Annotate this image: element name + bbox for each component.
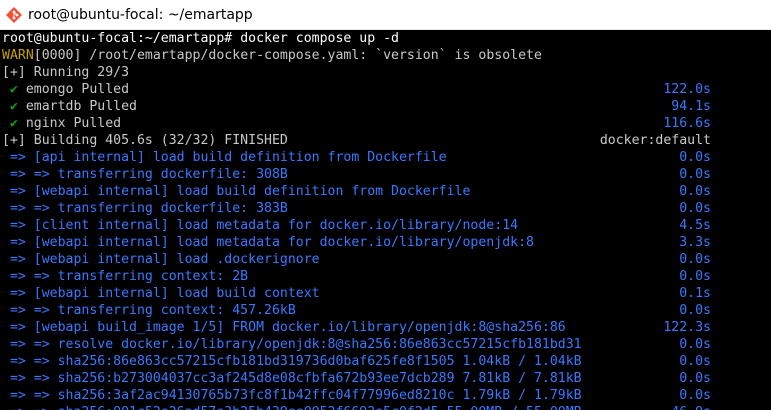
- check-icon: ✔: [2, 116, 26, 131]
- build-step-time: 0.0s: [679, 371, 711, 386]
- check-icon: ✔: [2, 82, 26, 97]
- building-line: [+] Building 405.6s (32/32) FINISHED: [2, 133, 288, 148]
- build-step-time: 0.0s: [679, 388, 711, 403]
- build-step-time: 0.0s: [679, 150, 711, 165]
- build-step: => => resolve docker.io/library/openjdk:…: [2, 337, 582, 352]
- check-icon: ✔: [2, 99, 26, 114]
- build-step: => [webapi internal] load metadata for d…: [2, 235, 534, 250]
- window-titlebar: root@ubuntu-focal: ~/emartapp: [0, 0, 771, 30]
- build-step: => [webapi internal] load build definiti…: [2, 184, 471, 199]
- running-line: [+] Running 29/3: [2, 65, 130, 80]
- build-step-time: 0.0s: [679, 354, 711, 369]
- build-step: => [webapi internal] load build context: [2, 286, 320, 301]
- build-step: => [api internal] load build definition …: [2, 150, 447, 165]
- build-step: => => sha256:86e863cc57215cfb181bd319736…: [2, 354, 582, 369]
- pulled-time: 122.0s: [663, 82, 711, 97]
- pulled-name: nginx Pulled: [25, 116, 122, 131]
- pulled-row: ✔ nginx Pulled: [2, 115, 121, 132]
- build-step: => => transferring context: 2B: [2, 269, 249, 284]
- builder-name: docker:default: [599, 133, 711, 148]
- build-step-time: 4.5s: [679, 218, 711, 233]
- build-step: => [webapi build_image 1/5] FROM docker.…: [2, 320, 566, 335]
- build-step-time: 0.0s: [679, 184, 711, 199]
- pulled-name: emartdb Pulled: [25, 99, 137, 114]
- build-step-time: 0.0s: [679, 201, 711, 216]
- build-step: => => sha256:001c52e26ad57e3b25b439ee005…: [2, 404, 582, 410]
- build-step-time: 0.0s: [679, 252, 711, 267]
- build-step-time: 122.3s: [663, 320, 711, 335]
- window-title: root@ubuntu-focal: ~/emartapp: [28, 6, 253, 23]
- command-text: docker compose up -d: [232, 31, 399, 46]
- build-step: => => sha256:b273004037cc3af245d8e08cfbf…: [2, 371, 582, 386]
- warn-label: WARN: [2, 48, 34, 63]
- terminal-output[interactable]: root@ubuntu-focal:~/emartapp# docker com…: [0, 30, 771, 410]
- pulled-time: 94.1s: [671, 99, 711, 114]
- build-step-time: 0.0s: [679, 269, 711, 284]
- build-step-time: 3.3s: [679, 235, 711, 250]
- warn-line: WARN[0000] /root/emartapp/docker-compose…: [2, 47, 542, 64]
- build-step-time: 0.1s: [679, 286, 711, 301]
- build-step: => => transferring context: 457.26kB: [2, 303, 296, 318]
- build-step-time: 0.0s: [679, 303, 711, 318]
- build-step: => => transferring dockerfile: 308B: [2, 167, 288, 182]
- git-bash-icon: [6, 6, 22, 23]
- pulled-name: emongo Pulled: [25, 82, 130, 97]
- build-step: => [webapi internal] load .dockerignore: [2, 252, 320, 267]
- warn-text: [0000] /root/emartapp/docker-compose.yam…: [33, 48, 542, 63]
- build-step-time: 0.0s: [679, 167, 711, 182]
- build-step: => => sha256:3af2ac94130765b73fc8f1b42ff…: [2, 388, 582, 403]
- build-step-time: 0.0s: [679, 337, 711, 352]
- command-line: root@ubuntu-focal:~/emartapp# docker com…: [2, 30, 399, 47]
- prompt: root@ubuntu-focal:~/emartapp#: [2, 31, 233, 46]
- build-step-time: 46.9s: [671, 404, 711, 410]
- pulled-time: 116.6s: [663, 116, 711, 131]
- build-step: => [client internal] load metadata for d…: [2, 218, 519, 233]
- build-step: => => transferring dockerfile: 383B: [2, 201, 288, 216]
- pulled-row: ✔ emongo Pulled: [2, 81, 129, 98]
- pulled-row: ✔ emartdb Pulled: [2, 98, 137, 115]
